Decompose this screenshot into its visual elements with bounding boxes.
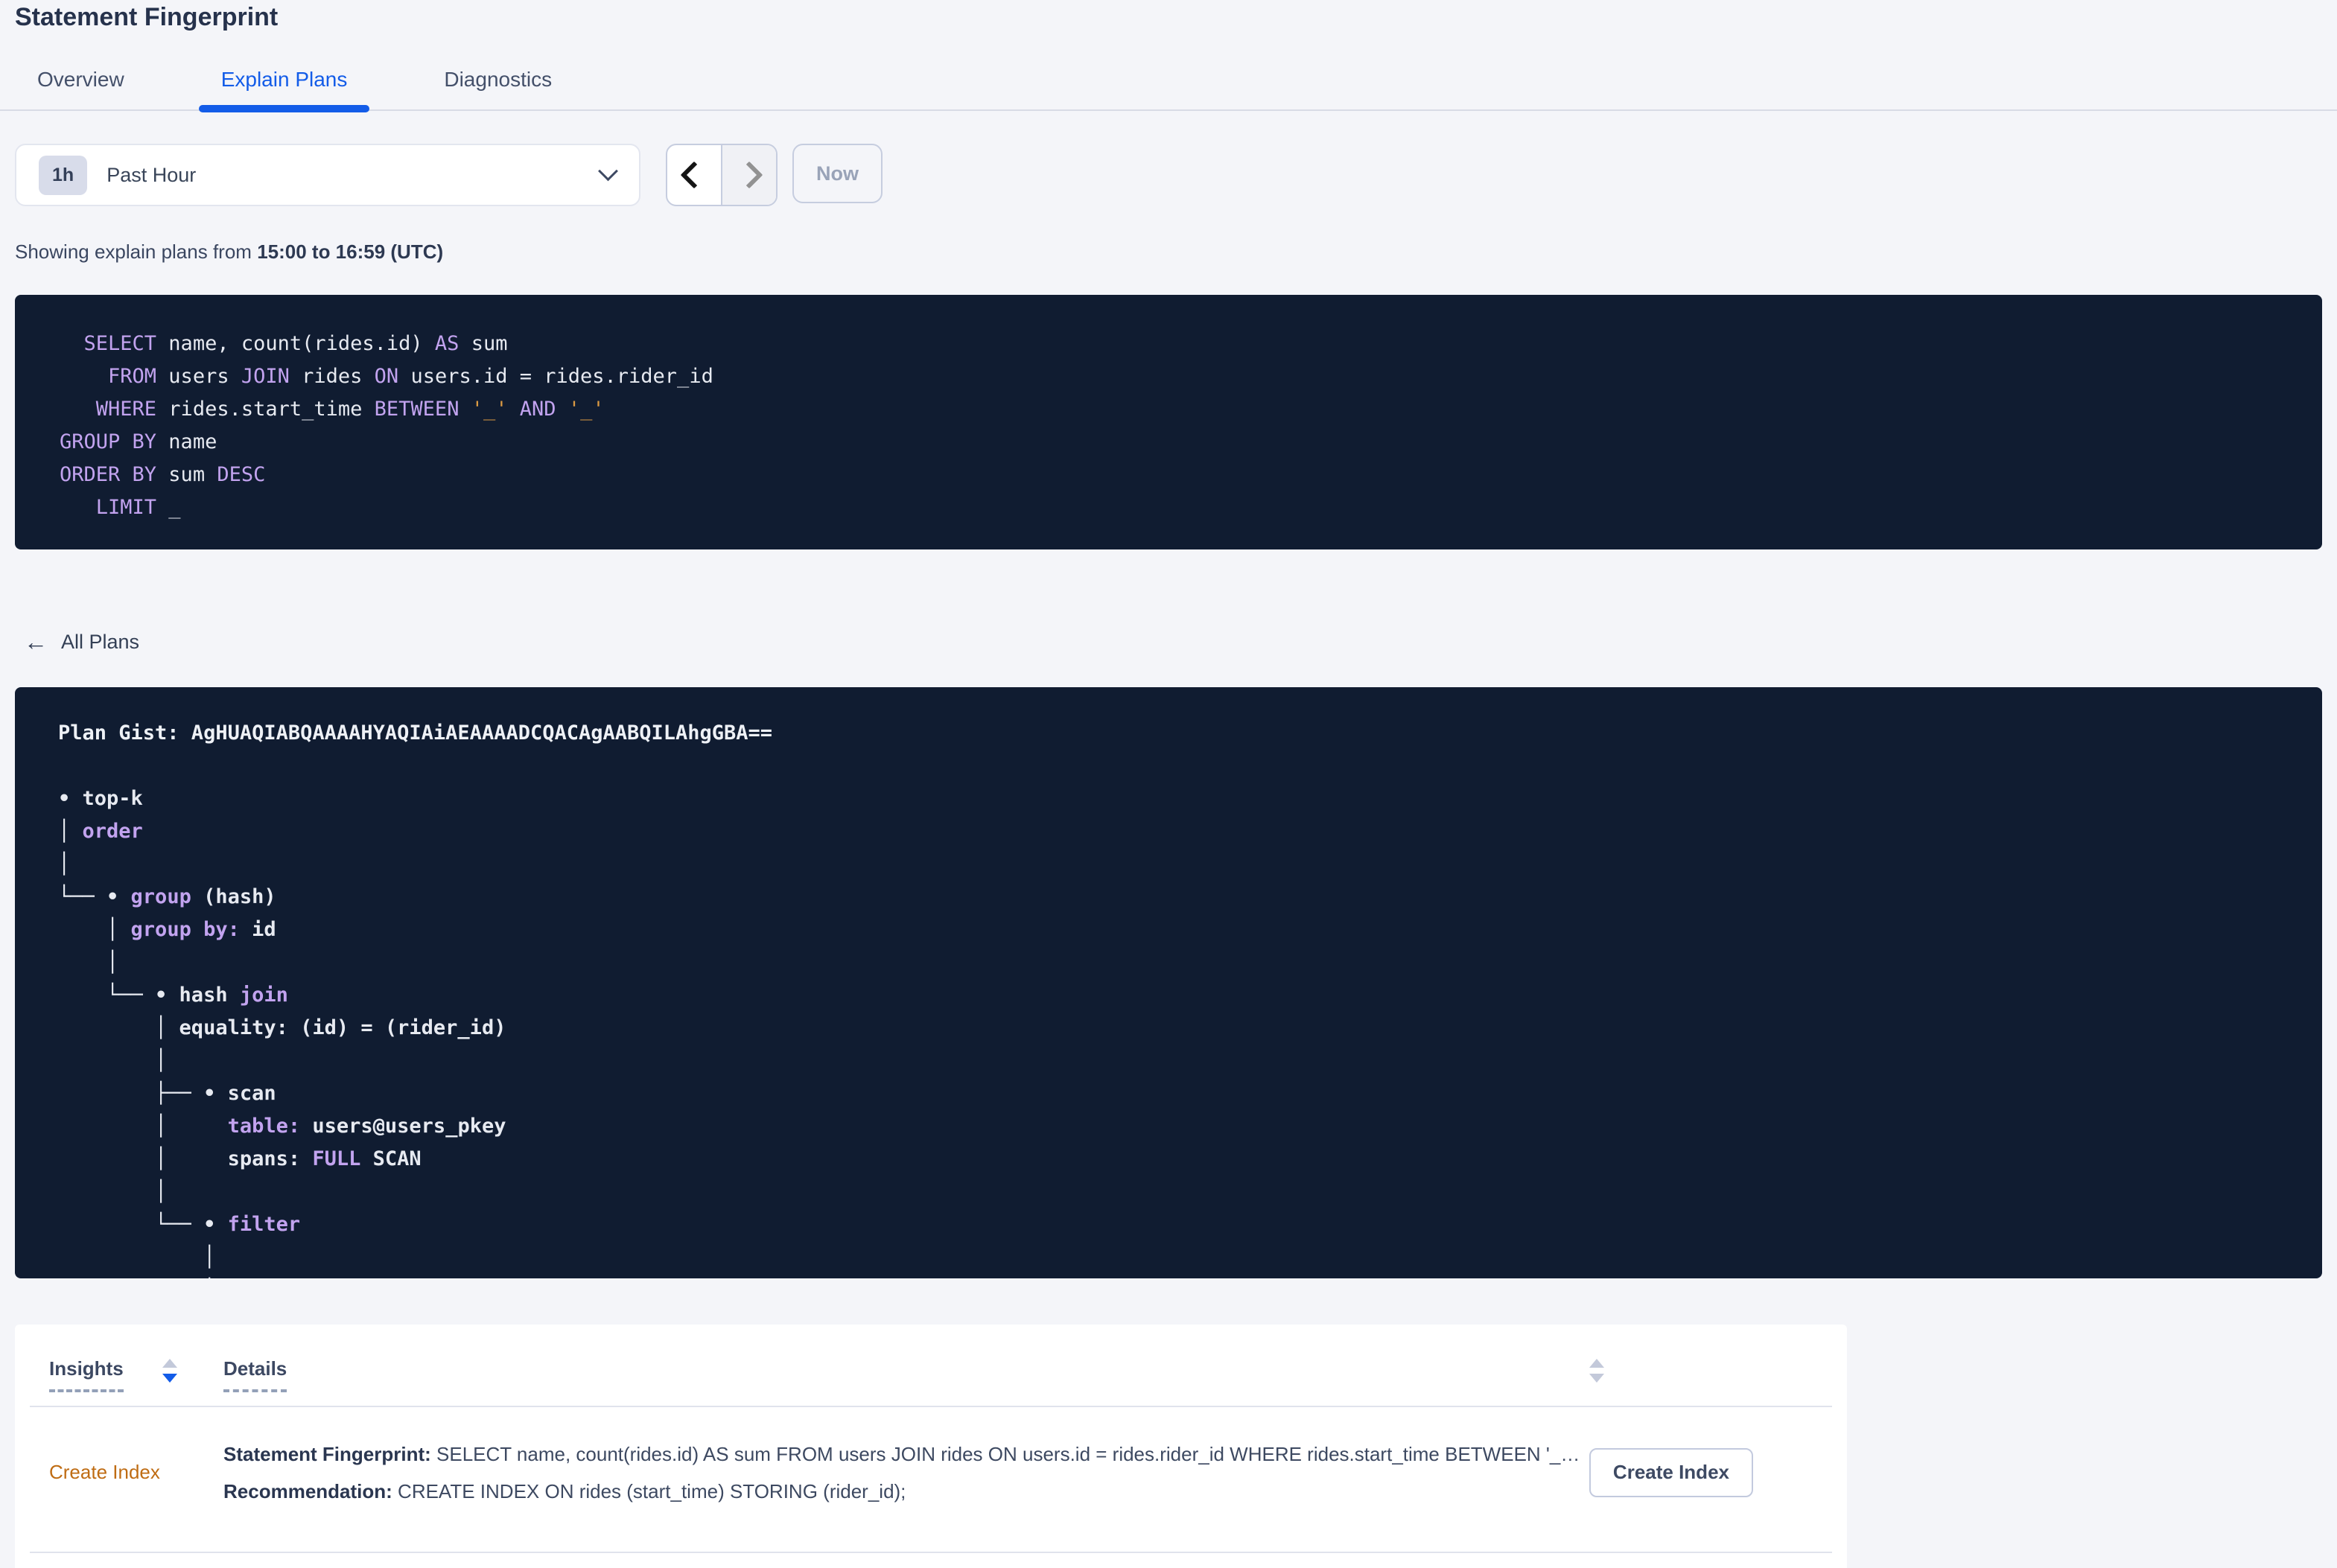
- sql-statement-box: SELECT name, count(rides.id) AS sum FROM…: [15, 295, 2322, 549]
- code-line: GROUP BY name: [60, 430, 217, 453]
- code-line: │ group by: id: [58, 917, 276, 941]
- sort-desc-icon: [1589, 1373, 1604, 1383]
- tab-bar: Overview Explain Plans Diagnostics: [0, 56, 2337, 112]
- tab-diagnostics[interactable]: Diagnostics: [422, 56, 574, 109]
- time-range-dropdown[interactable]: 1h Past Hour: [15, 144, 640, 206]
- time-range-stepper: [666, 144, 778, 206]
- insight-action-cell: Create Index: [1589, 1447, 1753, 1497]
- next-range-button[interactable]: [721, 145, 776, 205]
- table-row: Create Index Statement Fingerprint: SELE…: [15, 1407, 1847, 1538]
- sort-desc-icon: [162, 1373, 177, 1383]
- code-line: │: [58, 1245, 216, 1269]
- code-line: │ order: [58, 819, 143, 843]
- insight-details-cell: Statement Fingerprint: SELECT name, coun…: [223, 1435, 1589, 1510]
- sort-asc-icon: [1589, 1358, 1604, 1368]
- chevron-right-icon: [735, 161, 763, 189]
- detail-label: Recommendation:: [223, 1479, 392, 1502]
- chevron-left-icon: [680, 161, 708, 189]
- detail-label: Statement Fingerprint:: [223, 1442, 431, 1465]
- time-range-badge: 1h: [39, 155, 88, 195]
- statement-fingerprint-page: Statement Fingerprint Overview Explain P…: [0, 0, 2337, 1568]
- code-line: │: [58, 950, 119, 974]
- code-line: │: [58, 1179, 168, 1203]
- code-line: │ equality: (id) = (rider_id): [58, 1016, 506, 1039]
- sort-icon[interactable]: [1589, 1357, 1604, 1383]
- create-index-button[interactable]: Create Index: [1589, 1447, 1753, 1497]
- sort-icon[interactable]: [162, 1357, 177, 1383]
- code-line: Plan Gist: AgHUAQIABQAAAAHYAQIAiAEAAAADC…: [58, 721, 773, 745]
- code-line: │: [58, 852, 71, 876]
- detail-text: SELECT name, count(rides.id) AS sum FROM…: [430, 1442, 1580, 1465]
- insight-type-link[interactable]: Create Index: [49, 1461, 223, 1484]
- code-line: └── • filter: [58, 1212, 301, 1236]
- code-line: │: [58, 1274, 2322, 1278]
- sql-statement-code: SELECT name, count(rides.id) AS sum FROM…: [60, 328, 2322, 524]
- recommendation-line: Recommendation: CREATE INDEX ON rides (s…: [223, 1473, 1559, 1510]
- code-line: LIMIT _: [60, 496, 181, 519]
- previous-range-button[interactable]: [667, 145, 721, 205]
- sort-asc-icon: [162, 1358, 177, 1368]
- time-controls: 1h Past Hour Now: [15, 144, 2337, 206]
- code-line: └── • group (hash): [58, 885, 276, 908]
- code-line: │ table: users@users_pkey: [58, 1114, 506, 1138]
- code-line: ├── • scan: [58, 1081, 276, 1105]
- code-line: │ spans: FULL SCAN: [58, 1147, 422, 1170]
- showing-prefix: Showing explain plans from: [15, 240, 258, 263]
- column-header-details[interactable]: Details: [223, 1357, 1813, 1392]
- code-line: FROM users JOIN rides ON users.id = ride…: [60, 365, 713, 388]
- all-plans-link[interactable]: ← All Plans: [24, 628, 140, 655]
- insights-card: Insights Details Create Index Statement …: [15, 1324, 1847, 1568]
- now-button[interactable]: Now: [792, 144, 883, 203]
- column-header-insights[interactable]: Insights: [49, 1357, 223, 1392]
- page-title: Statement Fingerprint: [15, 3, 279, 31]
- tab-explain-plans[interactable]: Explain Plans: [198, 56, 370, 112]
- showing-range: 15:00 to 16:59 (UTC): [257, 240, 444, 263]
- plan-gist-box: Plan Gist: AgHUAQIABQAAAAHYAQIAiAEAAAADC…: [15, 686, 2322, 1278]
- code-line: └── • hash join: [58, 983, 288, 1007]
- detail-text: CREATE INDEX ON rides (start_time) STORI…: [392, 1479, 906, 1502]
- code-line: WHERE rides.start_time BETWEEN '_' AND '…: [60, 398, 605, 421]
- statement-fingerprint-line: Statement Fingerprint: SELECT name, coun…: [223, 1435, 1580, 1473]
- all-plans-label: All Plans: [61, 630, 140, 653]
- code-line: │: [58, 1048, 168, 1072]
- back-arrow-icon: ←: [24, 628, 48, 655]
- showing-range-text: Showing explain plans from 15:00 to 16:5…: [15, 240, 2337, 264]
- insights-column-label: Insights: [49, 1357, 124, 1392]
- row-divider: [30, 1551, 1832, 1553]
- plan-gist-code: Plan Gist: AgHUAQIABQAAAAHYAQIAiAEAAAADC…: [58, 717, 2322, 1278]
- insights-table-header: Insights Details: [15, 1325, 1847, 1392]
- code-line: ORDER BY sum DESC: [60, 463, 266, 486]
- details-column-label: Details: [223, 1357, 287, 1392]
- chevron-down-icon: [598, 160, 618, 181]
- tab-overview[interactable]: Overview: [15, 56, 147, 109]
- time-range-label: Past Hour: [106, 163, 197, 186]
- code-line: SELECT name, count(rides.id) AS sum: [60, 332, 508, 355]
- code-line: • top-k: [58, 786, 143, 810]
